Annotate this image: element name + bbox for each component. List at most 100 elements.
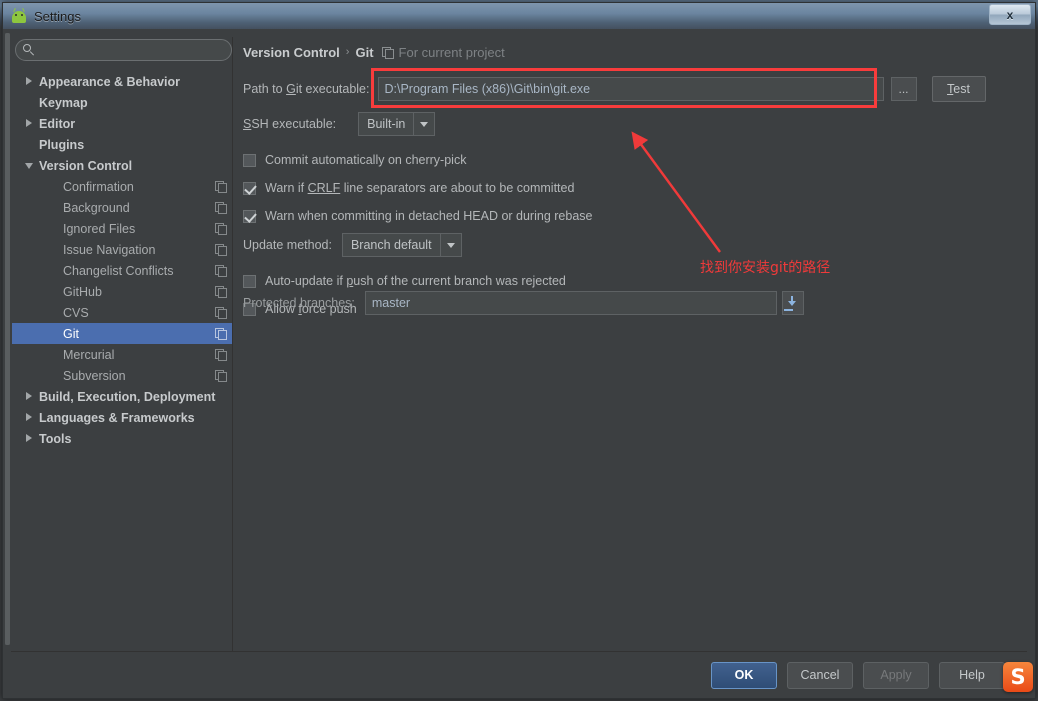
sidebar-item-github[interactable]: GitHub — [11, 281, 232, 302]
sidebar-item-label: Version Control — [39, 158, 133, 173]
chevron-down-icon — [414, 113, 434, 135]
ellipsis-icon: ... — [898, 82, 909, 96]
chevron-down-icon[interactable] — [25, 161, 34, 170]
checkbox-label: Commit automatically on cherry-pick — [265, 153, 467, 167]
sidebar-item-label: Appearance & Behavior — [39, 74, 181, 89]
checkbox-checked-icon[interactable] — [243, 209, 256, 223]
sidebar-item-keymap[interactable]: Keymap — [11, 92, 232, 113]
breadcrumb-separator: › — [345, 46, 350, 58]
sidebar-item-confirmation[interactable]: Confirmation — [11, 176, 232, 197]
search-area — [11, 37, 232, 69]
checkbox-row[interactable]: Warn if CRLF line separators are about t… — [243, 175, 1027, 201]
settings-dialog: Settings x Appearance & Behavior Keymap … — [2, 2, 1036, 699]
sidebar-item-git[interactable]: Git — [11, 323, 232, 344]
android-studio-icon — [11, 7, 27, 24]
breadcrumb-root[interactable]: Version Control — [243, 45, 340, 60]
sidebar-item-version-control[interactable]: Version Control — [11, 155, 232, 176]
sidebar-item-cvs[interactable]: CVS — [11, 302, 232, 323]
chevron-right-icon[interactable] — [25, 119, 34, 128]
test-button-label: Test — [947, 82, 970, 96]
chevron-right-icon[interactable] — [25, 77, 34, 86]
checkbox-unchecked-icon[interactable] — [243, 153, 256, 167]
sidebar-item-ignored-files[interactable]: Ignored Files — [11, 218, 232, 239]
close-icon: x — [1006, 7, 1014, 22]
sidebar-item-label: Mercurial — [63, 347, 115, 362]
git-path-input[interactable] — [377, 77, 884, 101]
sidebar-item-label: Editor — [39, 116, 76, 131]
checkbox-row[interactable]: Warn when committing in detached HEAD or… — [243, 203, 1027, 229]
test-git-button[interactable]: Test — [931, 76, 986, 102]
protected-branches-label: Protected branches: — [243, 296, 355, 310]
sidebar-item-changelist-conflicts[interactable]: Changelist Conflicts — [11, 260, 232, 281]
settings-tree: Appearance & Behavior Keymap Editor Plugins… — [11, 69, 232, 651]
dialog-title-bar: Settings x — [3, 3, 1035, 29]
sidebar-item-tools[interactable]: Tools — [11, 428, 232, 449]
chevron-down-icon — [441, 234, 461, 256]
copy-icon — [215, 328, 227, 340]
dialog-content: Appearance & Behavior Keymap Editor Plugins… — [11, 37, 1027, 651]
sidebar-item-subversion[interactable]: Subversion — [11, 365, 232, 386]
sidebar-item-editor[interactable]: Editor — [11, 113, 232, 134]
update-method-value: Branch default — [343, 234, 441, 256]
checkbox-checked-icon[interactable] — [243, 181, 256, 195]
help-button[interactable]: Help — [939, 661, 1005, 689]
chevron-right-icon[interactable] — [25, 413, 34, 422]
copy-icon — [215, 286, 227, 298]
search-input[interactable] — [42, 41, 212, 59]
sidebar-item-languages-frameworks[interactable]: Languages & Frameworks — [11, 407, 232, 428]
sidebar-scrollbar[interactable] — [3, 33, 12, 645]
expand-field-icon[interactable] — [781, 291, 804, 315]
chevron-right-icon[interactable] — [25, 434, 34, 443]
checkbox-label: Warn when committing in detached HEAD or… — [265, 209, 593, 223]
git-path-row: Path to Git executable: ... Test — [243, 68, 1027, 108]
sidebar-item-appearance-behavior[interactable]: Appearance & Behavior — [11, 71, 232, 92]
sidebar-item-label: Ignored Files — [63, 221, 136, 236]
sidebar-item-label: Plugins — [39, 137, 85, 152]
copy-icon — [215, 223, 227, 235]
search-box[interactable] — [15, 39, 232, 61]
git-path-browse-button[interactable]: ... — [890, 77, 917, 101]
search-icon — [23, 44, 36, 57]
sidebar-item-issue-navigation[interactable]: Issue Navigation — [11, 239, 232, 260]
sidebar-item-label: Issue Navigation — [63, 242, 156, 257]
dialog-title: Settings — [34, 8, 81, 24]
sidebar-item-background[interactable]: Background — [11, 197, 232, 218]
update-method-dropdown[interactable]: Branch default — [341, 233, 462, 257]
sidebar-item-label: Confirmation — [63, 179, 134, 194]
ssh-executable-dropdown[interactable]: Built-in — [358, 112, 436, 136]
update-method-label: Update method: — [243, 238, 332, 252]
ok-button[interactable]: OK — [711, 661, 777, 689]
settings-detail-pane: Version Control › Git For current projec… — [233, 37, 1027, 651]
checkbox-label: Auto-update if push of the current branc… — [265, 274, 566, 288]
checkbox-unchecked-icon[interactable] — [243, 274, 256, 288]
checkbox-label: Warn if CRLF line separators are about t… — [265, 181, 575, 195]
ime-badge-label: S — [1010, 664, 1026, 689]
dialog-body: Appearance & Behavior Keymap Editor Plugins… — [3, 29, 1035, 698]
sidebar-item-label: Tools — [39, 431, 72, 446]
sogou-ime-icon[interactable]: S — [1003, 662, 1033, 692]
chevron-right-icon[interactable] — [25, 392, 34, 401]
checkbox-row[interactable]: Commit automatically on cherry-pick — [243, 147, 1027, 173]
cancel-button[interactable]: Cancel — [787, 661, 853, 689]
sidebar-item-build-execution-deployment[interactable]: Build, Execution, Deployment — [11, 386, 232, 407]
ssh-executable-row: SSH executable: Built-in — [243, 112, 1027, 136]
git-options-group-top: Commit automatically on cherry-pick Warn … — [243, 147, 1027, 229]
sidebar-item-mercurial[interactable]: Mercurial — [11, 344, 232, 365]
sidebar-item-label: Changelist Conflicts — [63, 263, 174, 278]
copy-icon — [215, 370, 227, 382]
ssh-executable-label: SSH executable: — [243, 117, 337, 131]
copy-icon — [215, 265, 227, 277]
sidebar-item-plugins[interactable]: Plugins — [11, 134, 232, 155]
protected-branches-input[interactable] — [364, 291, 777, 315]
close-button[interactable]: x — [989, 4, 1031, 25]
